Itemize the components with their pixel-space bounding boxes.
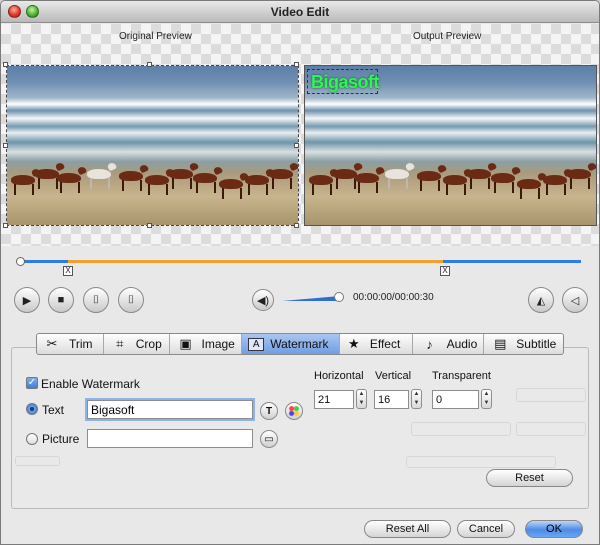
crop-handle-right[interactable] — [294, 143, 299, 148]
ok-button[interactable]: OK — [525, 520, 583, 538]
tab-watermark[interactable]: A Watermark — [242, 334, 340, 354]
tab-effect-label: Effect — [369, 337, 401, 351]
star-icon: ★ — [348, 336, 360, 351]
crop-handle-top[interactable] — [147, 62, 152, 67]
window-title: Video Edit — [270, 5, 330, 19]
edit-tabs: ✂ Trim ⌗ Crop ▣ Image A Watermark ★ Effe… — [36, 333, 564, 355]
tab-trim-label: Trim — [69, 337, 93, 351]
tab-watermark-label: Watermark — [270, 337, 329, 351]
reset-all-button[interactable]: Reset All — [364, 520, 451, 538]
output-preview-label: Output Preview — [413, 31, 482, 42]
ghost-control — [406, 456, 556, 468]
tab-subtitle-label: Subtitle — [516, 337, 557, 351]
watermark-icon: A — [248, 337, 265, 351]
tab-audio-label: Audio — [446, 337, 478, 351]
horizontal-stepper[interactable]: ▲ ▼ — [356, 389, 367, 409]
video-edit-window: Video Edit Original Preview Output Previ… — [0, 0, 600, 545]
browse-picture-button[interactable]: ▭ — [260, 430, 278, 448]
text-option-label: Text — [42, 403, 65, 417]
trim-start-marker[interactable]: X — [63, 266, 73, 276]
tab-image-label: Image — [201, 337, 235, 351]
original-preview-frame[interactable] — [6, 65, 299, 226]
crop-handle-bottom[interactable] — [147, 223, 152, 228]
crop-handle-left[interactable] — [3, 143, 8, 148]
crop-handle-bottom-left[interactable] — [3, 223, 8, 228]
video-frame-image — [7, 66, 298, 225]
vertical-input[interactable]: 16 — [374, 390, 409, 409]
font-button[interactable]: T — [260, 402, 278, 420]
transparent-stepper[interactable]: ▲ ▼ — [481, 389, 492, 409]
speaker-icon: ◀) — [256, 294, 270, 307]
crop-handle-top-left[interactable] — [3, 62, 8, 67]
ghost-control — [516, 422, 586, 436]
tab-crop-label: Crop — [135, 337, 162, 351]
timeline-slider[interactable] — [16, 257, 581, 266]
picture-path-input[interactable] — [87, 429, 253, 448]
enable-watermark-checkbox[interactable]: ✓ — [26, 377, 38, 389]
image-icon: ▣ — [179, 336, 192, 351]
timeline-selected-range — [68, 260, 443, 263]
timeline-playhead[interactable] — [16, 257, 25, 266]
trim-end-icon: ⌷ — [127, 293, 135, 306]
ghost-control — [15, 456, 60, 466]
vertical-stepper[interactable]: ▲ ▼ — [411, 389, 422, 409]
mark-start-button[interactable]: ⌷ — [83, 287, 109, 313]
trim-end-marker[interactable]: X — [440, 266, 450, 276]
folder-icon: ▭ — [264, 433, 274, 445]
crop-icon: ⌗ — [116, 336, 124, 351]
color-button[interactable] — [285, 402, 303, 420]
scissors-icon: ✂ — [46, 336, 58, 351]
music-note-icon: ♪ — [426, 336, 433, 352]
volume-button[interactable]: ◀) — [252, 289, 274, 311]
timecode: 00:00:00/00:00:30 — [353, 292, 434, 303]
volume-level — [282, 296, 340, 301]
flip-button[interactable]: ◭ — [528, 287, 554, 313]
title-bar[interactable]: Video Edit — [1, 1, 599, 23]
original-preview-label: Original Preview — [119, 31, 192, 42]
play-button[interactable]: ▶ — [14, 287, 40, 313]
flip-icon: ◭ — [536, 294, 546, 307]
tab-image[interactable]: ▣ Image — [170, 334, 243, 354]
rotate-button[interactable]: ◁ — [562, 287, 588, 313]
crop-handle-bottom-right[interactable] — [294, 223, 299, 228]
transparent-label: Transparent — [432, 370, 491, 382]
enable-watermark-label: Enable Watermark — [41, 377, 140, 391]
vertical-label: Vertical — [375, 370, 412, 382]
text-watermark-radio[interactable] — [26, 403, 38, 415]
play-icon: ▶ — [22, 294, 32, 307]
crop-handle-top-right[interactable] — [294, 62, 299, 67]
tab-subtitle[interactable]: ▤ Subtitle — [484, 334, 563, 354]
picture-option-label: Picture — [42, 432, 80, 446]
horizontal-label: Horizontal — [314, 370, 364, 382]
cancel-button[interactable]: Cancel — [457, 520, 515, 538]
volume-slider[interactable] — [282, 292, 344, 302]
picture-watermark-radio[interactable] — [26, 433, 38, 445]
reset-button[interactable]: Reset — [486, 469, 573, 487]
watermark-text-input[interactable]: Bigasoft — [87, 400, 253, 419]
horizontal-input[interactable]: 21 — [314, 390, 354, 409]
tab-effect[interactable]: ★ Effect — [340, 334, 413, 354]
output-preview-frame[interactable]: Bigasoft — [304, 65, 597, 226]
volume-knob[interactable] — [334, 292, 344, 302]
font-icon: T — [265, 405, 273, 417]
subtitle-icon: ▤ — [494, 336, 507, 351]
transparent-input[interactable]: 0 — [432, 390, 479, 409]
ghost-control — [411, 422, 511, 436]
stop-icon: ■ — [57, 294, 65, 306]
tab-audio[interactable]: ♪ Audio — [413, 334, 485, 354]
tab-crop[interactable]: ⌗ Crop — [104, 334, 170, 354]
rotate-icon: ◁ — [570, 294, 580, 307]
ghost-control — [516, 388, 586, 402]
stop-button[interactable]: ■ — [48, 287, 74, 313]
tab-trim[interactable]: ✂ Trim — [37, 334, 104, 354]
watermark-overlay-text: Bigasoft — [311, 72, 380, 92]
mark-end-button[interactable]: ⌷ — [118, 287, 144, 313]
trim-start-icon: ⌷ — [92, 293, 100, 306]
watermark-overlay-box[interactable]: Bigasoft — [307, 69, 380, 94]
